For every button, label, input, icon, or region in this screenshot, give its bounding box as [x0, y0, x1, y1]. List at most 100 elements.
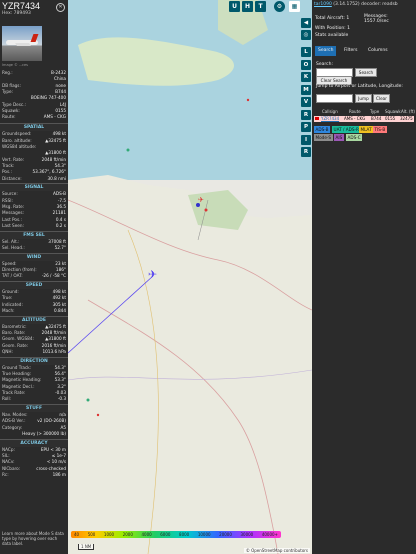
detail-value: BOEING 747-400: [30, 95, 66, 101]
column-header[interactable]: Route: [349, 108, 361, 115]
detail-label: Distance:: [2, 175, 22, 181]
section-header: SPEED: [0, 281, 68, 290]
jump-input[interactable]: [316, 94, 353, 103]
detail-value: ▲31800 ft: [45, 336, 66, 342]
detail-value: ▲32475 ft: [45, 323, 66, 329]
column-header[interactable]: Squawk: [385, 108, 401, 115]
map-side-button[interactable]: O: [301, 59, 311, 70]
map-view[interactable]: ✈ ✈ 40 500 1000 2000 4000 6000 8000 10000 20000 3…: [68, 0, 312, 554]
table-row[interactable]: YZR7434 AMS - CKG B744 0155 32475: [314, 116, 414, 122]
detail-label: WGS84 altitude:: [2, 144, 37, 149]
detail-row: China: [2, 76, 66, 82]
detail-row: Baro. Rate: 2048 ft/min: [2, 330, 66, 336]
map-button-t[interactable]: T: [255, 1, 266, 12]
detail-label: Sel. Alt.:: [2, 238, 20, 244]
tab-search[interactable]: Search: [315, 46, 337, 56]
aircraft-marker-icon[interactable]: ✈: [198, 196, 204, 204]
detail-row: Route: AMS - CKG: [2, 114, 66, 120]
column-header[interactable]: Type: [370, 108, 379, 115]
detail-row: WGS84 altitude:: [2, 144, 66, 150]
row-callsign[interactable]: YZR7434: [321, 116, 339, 122]
detail-value: 2048 ft/min: [41, 156, 66, 162]
section-header: ACCURACY: [0, 438, 68, 447]
detail-row: Track Rate: -0.03: [2, 390, 66, 396]
detail-value: none: [55, 82, 66, 88]
detail-row: Type Desc.: L4J: [2, 102, 66, 108]
source-chip[interactable]: AIS: [334, 134, 344, 141]
source-chip[interactable]: ADS-C: [346, 134, 363, 141]
detail-label: Source:: [2, 191, 18, 197]
map-side-button[interactable]: V: [301, 97, 311, 107]
detail-row: Sel. Head.: 52.7°: [2, 245, 66, 251]
detail-row: ▲31800 ft: [2, 150, 66, 156]
detail-row: True Heading: 56.4°: [2, 371, 66, 377]
aircraft-marker-icon[interactable]: ✈: [148, 268, 157, 281]
detail-row: True: 492 kt: [2, 295, 66, 301]
detail-row: ADS-B Ver.: v2 (DO-260B): [2, 418, 66, 424]
detail-row: Magnetic Heading: 53.3°: [2, 377, 66, 383]
source-chip[interactable]: TIS-B: [373, 126, 387, 133]
osm-attribution[interactable]: © OpenStreetMap contributors: [243, 548, 310, 553]
detail-value: 21181: [52, 210, 66, 216]
tar1090-link[interactable]: tar1090: [314, 2, 332, 7]
detail-row: Geom. Rate: 2016 ft/min: [2, 343, 66, 349]
detail-value: 0.2 s: [55, 222, 66, 228]
source-chip[interactable]: UAT / ADS-R: [332, 126, 361, 133]
detail-value: cross-checked: [36, 465, 66, 471]
section-header: FMS SEL: [0, 230, 68, 239]
section-header: ALTITUDE: [0, 315, 68, 324]
tab-columns[interactable]: Columns: [365, 46, 391, 56]
tab-filters[interactable]: Filters: [341, 46, 361, 56]
detail-row: Last Pos.: 0.4 s: [2, 217, 66, 223]
close-icon[interactable]: ✕: [56, 3, 65, 12]
map-button-h[interactable]: H: [242, 1, 253, 12]
detail-label: DB flags:: [2, 82, 21, 88]
detail-label: SIL:: [2, 453, 10, 459]
legend-label: 30000: [240, 532, 254, 537]
collapse-sidebar-icon[interactable]: ◀: [301, 18, 311, 28]
source-chip[interactable]: MLAT: [359, 126, 374, 133]
aircraft-photo[interactable]: [2, 26, 42, 61]
map-button-u[interactable]: U: [229, 1, 240, 12]
expand-icon[interactable]: ◎: [301, 30, 311, 40]
detail-label: Geom. WGS84:: [2, 336, 34, 342]
legend-label: 10000: [197, 532, 211, 537]
with-position: With Position: 1: [315, 26, 350, 31]
map-side-button[interactable]: I: [301, 134, 311, 145]
detail-row: Barometric: ▲32475 ft: [2, 324, 66, 330]
stats-available: Stats available: [315, 33, 349, 38]
legend-label: 4000: [141, 532, 152, 537]
detail-value: 2048 ft/min: [41, 330, 66, 336]
source-chip[interactable]: ADS-B: [314, 126, 330, 133]
map-layers-icon[interactable]: ▦: [289, 1, 300, 12]
detail-value: L4J: [59, 101, 66, 107]
source-chip[interactable]: Mode-S: [314, 134, 333, 141]
map-side-button[interactable]: M: [301, 84, 311, 95]
map-side-button[interactable]: P: [301, 122, 311, 132]
column-header[interactable]: Callsign: [322, 108, 338, 115]
detail-value: EPU < 30 m: [40, 446, 66, 452]
detail-row: Last Seen: 0.2 s: [2, 223, 66, 229]
column-header[interactable]: Alt. (ft): [401, 108, 415, 115]
section-header: DIRECTION: [0, 356, 68, 365]
map-side-button[interactable]: L: [301, 47, 311, 57]
detail-value: -26 / -58 °C: [41, 273, 66, 279]
detail-label: Ground:: [2, 289, 19, 295]
detail-value: 23 kt: [55, 260, 66, 266]
map-side-button[interactable]: K: [301, 72, 311, 82]
detail-value: < 10 m/s: [46, 459, 66, 465]
search-button[interactable]: Search: [355, 68, 377, 77]
settings-gear-icon[interactable]: ⚙: [274, 1, 285, 12]
map-side-button[interactable]: R: [301, 147, 311, 157]
detail-label: Direction (from):: [2, 267, 37, 272]
clear-button[interactable]: Clear: [373, 94, 390, 103]
jump-button[interactable]: Jump: [355, 94, 372, 103]
detail-label: ADS-B Ver.:: [2, 418, 26, 424]
detail-value: -0.3: [57, 396, 66, 402]
legend-label: 6000: [160, 532, 171, 537]
detail-value: 492 kt: [52, 295, 66, 301]
map-side-button[interactable]: R: [301, 109, 311, 120]
map-canvas: [68, 0, 312, 554]
detail-value: 1013.6 hPa: [42, 349, 66, 354]
detail-row: SIL: ≤ 1e-7: [2, 453, 66, 459]
